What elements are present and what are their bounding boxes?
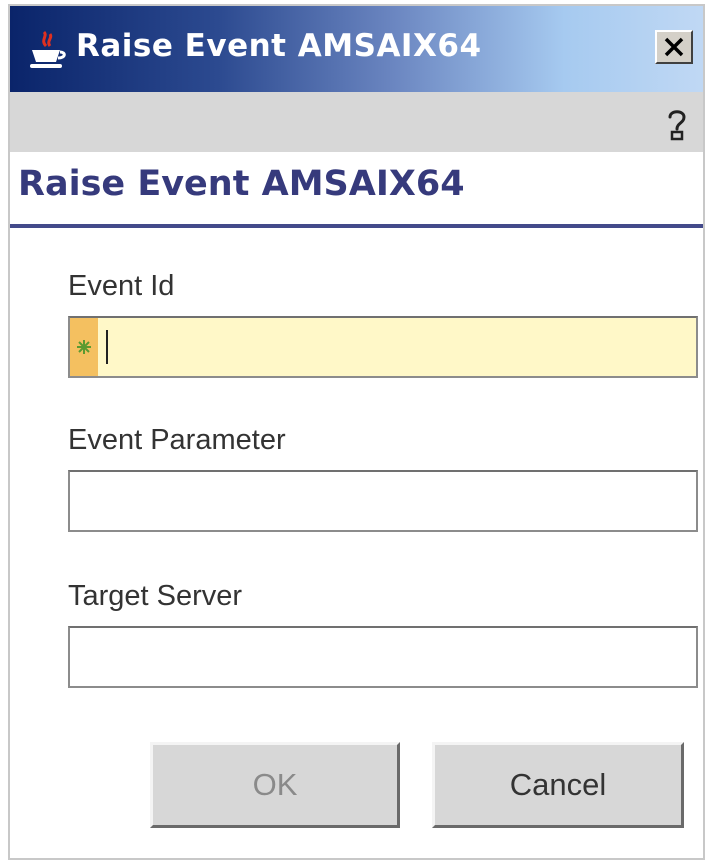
event-id-label: Event Id: [68, 270, 175, 302]
target-server-field[interactable]: [68, 626, 698, 688]
required-star-icon: [77, 340, 91, 354]
ok-button[interactable]: OK: [150, 742, 400, 828]
cancel-button[interactable]: Cancel: [432, 742, 684, 828]
help-icon[interactable]: [661, 104, 693, 142]
toolbar: [10, 92, 703, 152]
raise-event-dialog: Raise Event AMSAIX64 Raise Event AMSAIX6…: [8, 4, 705, 860]
close-icon: [664, 37, 684, 57]
event-id-field[interactable]: [68, 316, 698, 378]
window-title: Raise Event AMSAIX64: [76, 28, 482, 64]
java-cup-icon: [30, 30, 66, 68]
event-parameter-label: Event Parameter: [68, 424, 286, 456]
event-parameter-field[interactable]: [68, 470, 698, 532]
text-caret: [106, 330, 108, 364]
close-button[interactable]: [655, 30, 693, 64]
page-title: Raise Event AMSAIX64: [18, 164, 465, 204]
required-marker: [70, 318, 98, 376]
target-server-label: Target Server: [68, 580, 243, 612]
title-bar[interactable]: Raise Event AMSAIX64: [10, 6, 703, 92]
heading-divider: [10, 224, 703, 228]
